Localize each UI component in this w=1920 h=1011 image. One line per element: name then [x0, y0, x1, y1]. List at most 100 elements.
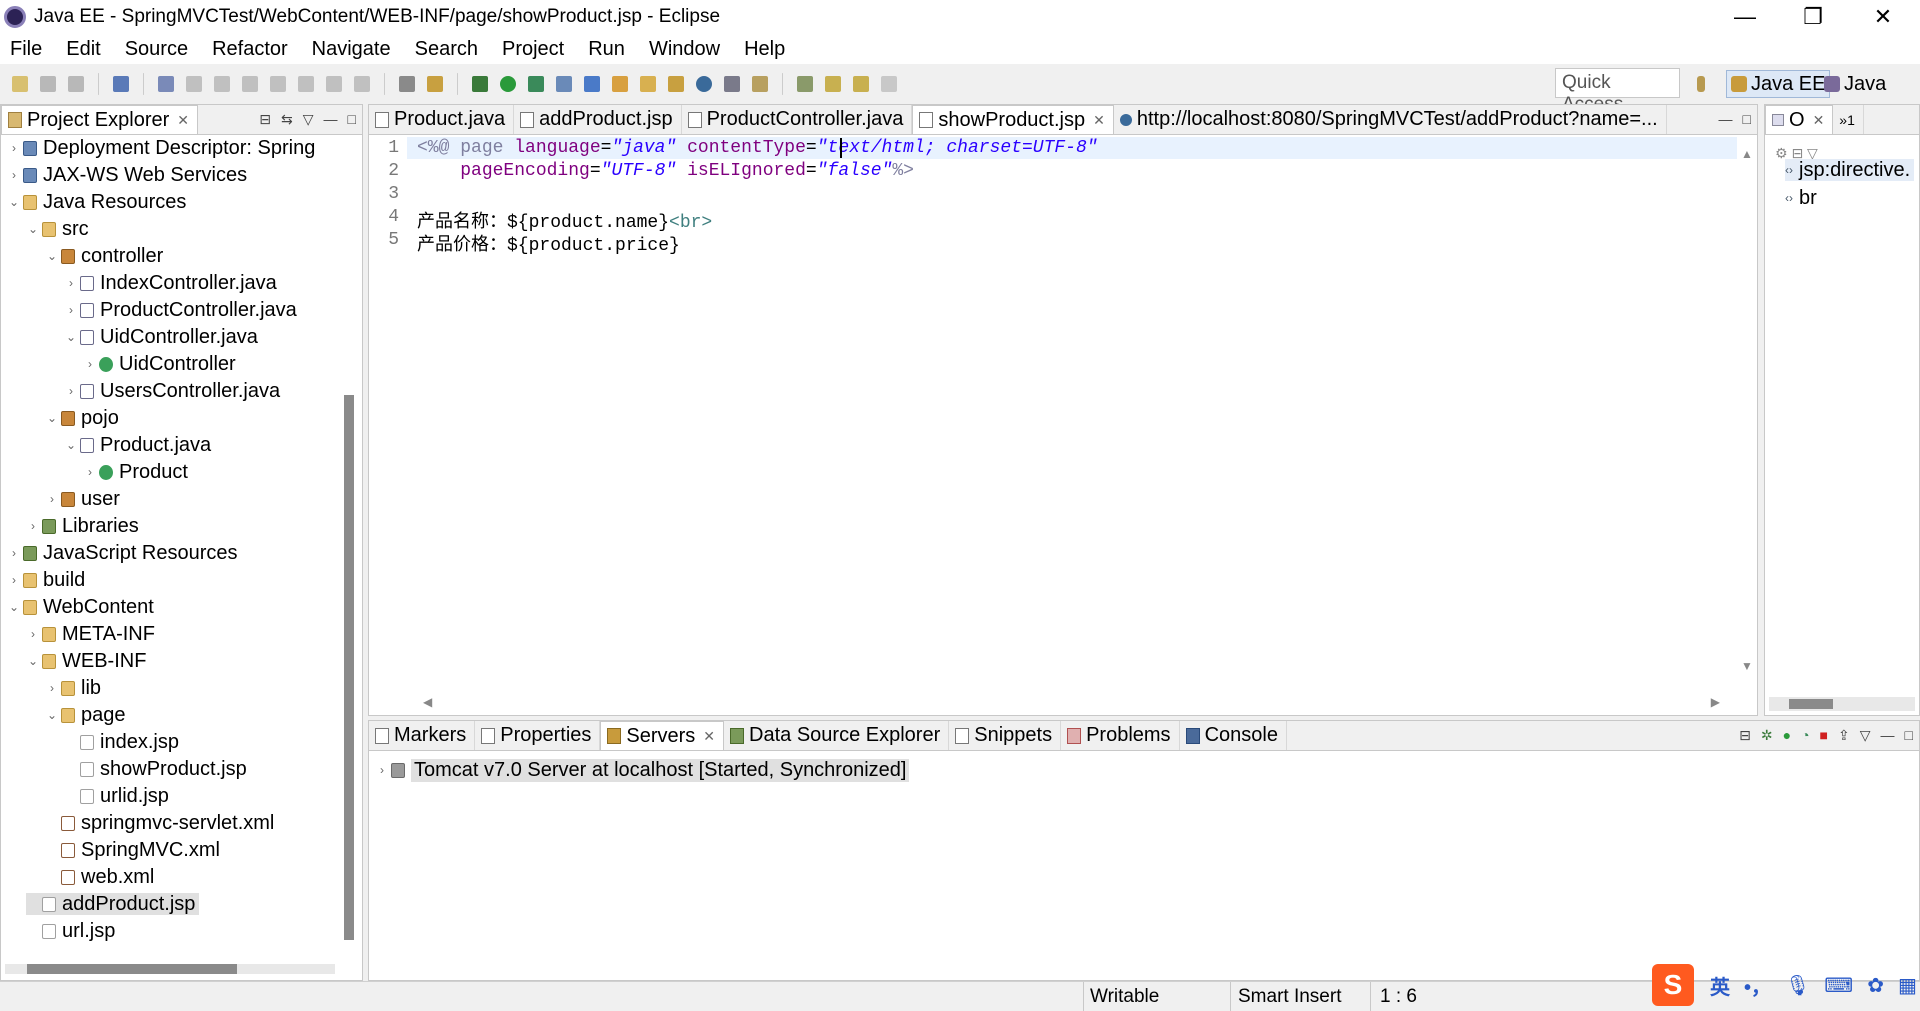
- tab-browser[interactable]: http://localhost:8080/SpringMVCTest/addP…: [1114, 105, 1667, 134]
- expand-arrow-icon[interactable]: ›: [45, 492, 59, 506]
- next-annotation-icon[interactable]: [797, 76, 813, 92]
- publish-icon[interactable]: ⇪: [1838, 727, 1850, 744]
- tab-markers[interactable]: Markers: [369, 721, 476, 750]
- menu-search[interactable]: Search: [415, 38, 478, 61]
- tree-item[interactable]: urlid.jsp: [64, 785, 169, 807]
- collapse-arrow-icon[interactable]: ⌄: [64, 438, 78, 452]
- maximize-view-icon[interactable]: □: [1743, 111, 1751, 127]
- tab-problems[interactable]: Problems: [1061, 721, 1180, 750]
- debug-icon[interactable]: [472, 76, 488, 92]
- resume-icon[interactable]: [186, 76, 202, 92]
- menu-refactor[interactable]: Refactor: [212, 38, 288, 61]
- menu-file[interactable]: File: [10, 38, 42, 61]
- tree-item[interactable]: ⌄ src: [26, 218, 89, 240]
- menu-help[interactable]: Help: [744, 38, 785, 61]
- tree-item[interactable]: ⌄ pojo: [45, 407, 119, 429]
- ime-language[interactable]: 英: [1710, 971, 1730, 1000]
- annotation-icon[interactable]: [752, 76, 768, 92]
- scroll-up-icon[interactable]: ▲: [1741, 147, 1753, 161]
- scroll-right-icon[interactable]: ▶: [1711, 695, 1720, 709]
- expand-arrow-icon[interactable]: ›: [26, 627, 40, 641]
- run-icon[interactable]: [500, 76, 516, 92]
- tab-overflow[interactable]: »1: [1833, 105, 1864, 134]
- step-over-icon[interactable]: [326, 76, 342, 92]
- search-pen-icon[interactable]: [668, 76, 684, 92]
- expand-arrow-icon[interactable]: ›: [375, 763, 389, 777]
- tree-item[interactable]: › UidController: [83, 353, 236, 375]
- start-server-icon[interactable]: ●: [1783, 727, 1791, 744]
- expand-arrow-icon[interactable]: ›: [45, 681, 59, 695]
- tree-scroll-thumb[interactable]: [344, 395, 354, 940]
- perspective-java-ee[interactable]: Java EE: [1726, 70, 1831, 98]
- tab-console[interactable]: Console: [1180, 721, 1287, 750]
- step-return-icon[interactable]: [354, 76, 370, 92]
- expand-arrow-icon[interactable]: ›: [7, 168, 21, 182]
- editor-horizontal-scrollbar[interactable]: ◀ ▶: [409, 693, 1734, 713]
- minimize-view-icon[interactable]: —: [1719, 111, 1733, 127]
- tree-item[interactable]: addProduct.jsp: [26, 893, 200, 915]
- tree-item[interactable]: › IndexController.java: [64, 272, 277, 294]
- tree-item[interactable]: showProduct.jsp: [64, 758, 247, 780]
- tree-item[interactable]: ⌄ WEB-INF: [26, 650, 146, 672]
- disconnect-icon[interactable]: [270, 76, 286, 92]
- tab-data-source-explorer[interactable]: Data Source Explorer: [724, 721, 950, 750]
- tab-product-java[interactable]: Product.java: [369, 105, 515, 134]
- expand-arrow-icon[interactable]: ›: [83, 357, 97, 371]
- expand-arrow-icon[interactable]: ›: [64, 303, 78, 317]
- tree-item[interactable]: › user: [45, 488, 120, 510]
- new-icon[interactable]: [12, 76, 28, 92]
- open-perspective-button[interactable]: [1693, 70, 1713, 98]
- collapse-all-icon[interactable]: ⊟: [1739, 727, 1751, 744]
- menu-edit[interactable]: Edit: [66, 38, 100, 61]
- minimize-button[interactable]: —: [1710, 0, 1780, 34]
- code-line[interactable]: 产品价格：${product.price}: [417, 230, 680, 256]
- menu-project[interactable]: Project: [502, 38, 564, 61]
- tree-item[interactable]: › lib: [45, 677, 101, 699]
- toolbox-icon[interactable]: ▦: [1898, 973, 1917, 998]
- external-tools-icon[interactable]: [556, 76, 572, 92]
- menu-window[interactable]: Window: [649, 38, 720, 61]
- tree-item[interactable]: › JAX-WS Web Services: [7, 164, 247, 186]
- close-window-button[interactable]: ✕: [1848, 0, 1918, 34]
- last-edit-icon[interactable]: [825, 76, 841, 92]
- open-type-icon[interactable]: [612, 76, 628, 92]
- ime-punctuation[interactable]: •，: [1744, 971, 1771, 1000]
- collapse-arrow-icon[interactable]: ⌄: [26, 222, 40, 236]
- collapse-arrow-icon[interactable]: ⌄: [26, 654, 40, 668]
- tree-horizontal-scrollbar[interactable]: [5, 964, 335, 974]
- tree-item[interactable]: ⌄ page: [45, 704, 126, 726]
- tree-item[interactable]: › Deployment Descriptor: Spring: [7, 137, 315, 159]
- editor-vertical-scrollbar[interactable]: ▲ ▼: [1737, 135, 1757, 685]
- format-icon[interactable]: [399, 76, 415, 92]
- save-icon[interactable]: [40, 76, 56, 92]
- skin-icon[interactable]: ✿: [1867, 973, 1884, 998]
- tree-item[interactable]: ⌄ WebContent: [7, 596, 154, 618]
- tab-servers[interactable]: Servers ✕: [600, 721, 725, 750]
- maximize-view-icon[interactable]: □: [1905, 727, 1913, 744]
- close-icon[interactable]: ✕: [703, 728, 715, 745]
- outline-hscroll-thumb[interactable]: [1789, 699, 1833, 709]
- quick-access-field[interactable]: Quick Access: [1555, 68, 1680, 115]
- minimize-view-icon[interactable]: —: [1881, 727, 1895, 744]
- forward-icon[interactable]: [881, 76, 897, 92]
- tab-outline[interactable]: O ✕: [1765, 105, 1834, 134]
- tree-vertical-scrollbar[interactable]: [344, 395, 354, 940]
- tree-item[interactable]: SpringMVC.xml: [45, 839, 220, 861]
- debug-server-icon[interactable]: ✲: [1761, 727, 1773, 744]
- tree-item[interactable]: › Libraries: [26, 515, 139, 537]
- back-icon[interactable]: [853, 76, 869, 92]
- server-row[interactable]: › Tomcat v7.0 Server at localhost [Start…: [375, 758, 910, 782]
- view-menu-icon[interactable]: ▽: [303, 111, 314, 128]
- collapse-all-icon[interactable]: ⊟: [259, 111, 271, 128]
- terminal-icon[interactable]: [113, 76, 129, 92]
- scroll-left-icon[interactable]: ◀: [423, 695, 432, 709]
- scroll-down-icon[interactable]: ▼: [1741, 659, 1753, 673]
- collapse-arrow-icon[interactable]: ⌄: [45, 411, 59, 425]
- menu-source[interactable]: Source: [125, 38, 188, 61]
- coverage-icon[interactable]: [528, 76, 544, 92]
- expand-arrow-icon[interactable]: ›: [7, 573, 21, 587]
- tree-item[interactable]: › ProductController.java: [64, 299, 297, 321]
- tree-item[interactable]: › build: [7, 569, 85, 591]
- expand-arrow-icon[interactable]: ›: [64, 276, 78, 290]
- tree-item[interactable]: web.xml: [45, 866, 154, 888]
